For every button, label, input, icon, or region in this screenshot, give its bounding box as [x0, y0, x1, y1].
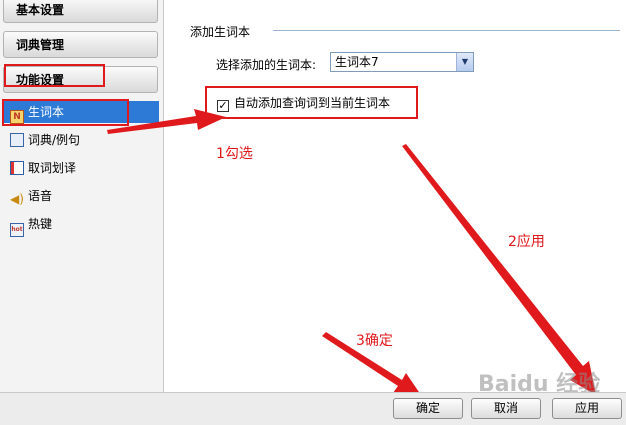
- arrow-to-checkbox: [107, 109, 226, 134]
- arrow-to-apply: [402, 144, 596, 395]
- cancel-button[interactable]: 取消: [471, 398, 541, 419]
- ok-button[interactable]: 确定: [393, 398, 463, 419]
- arrow-to-ok: [322, 332, 423, 398]
- annotation-arrows: [107, 109, 596, 398]
- apply-button[interactable]: 应用: [552, 398, 622, 419]
